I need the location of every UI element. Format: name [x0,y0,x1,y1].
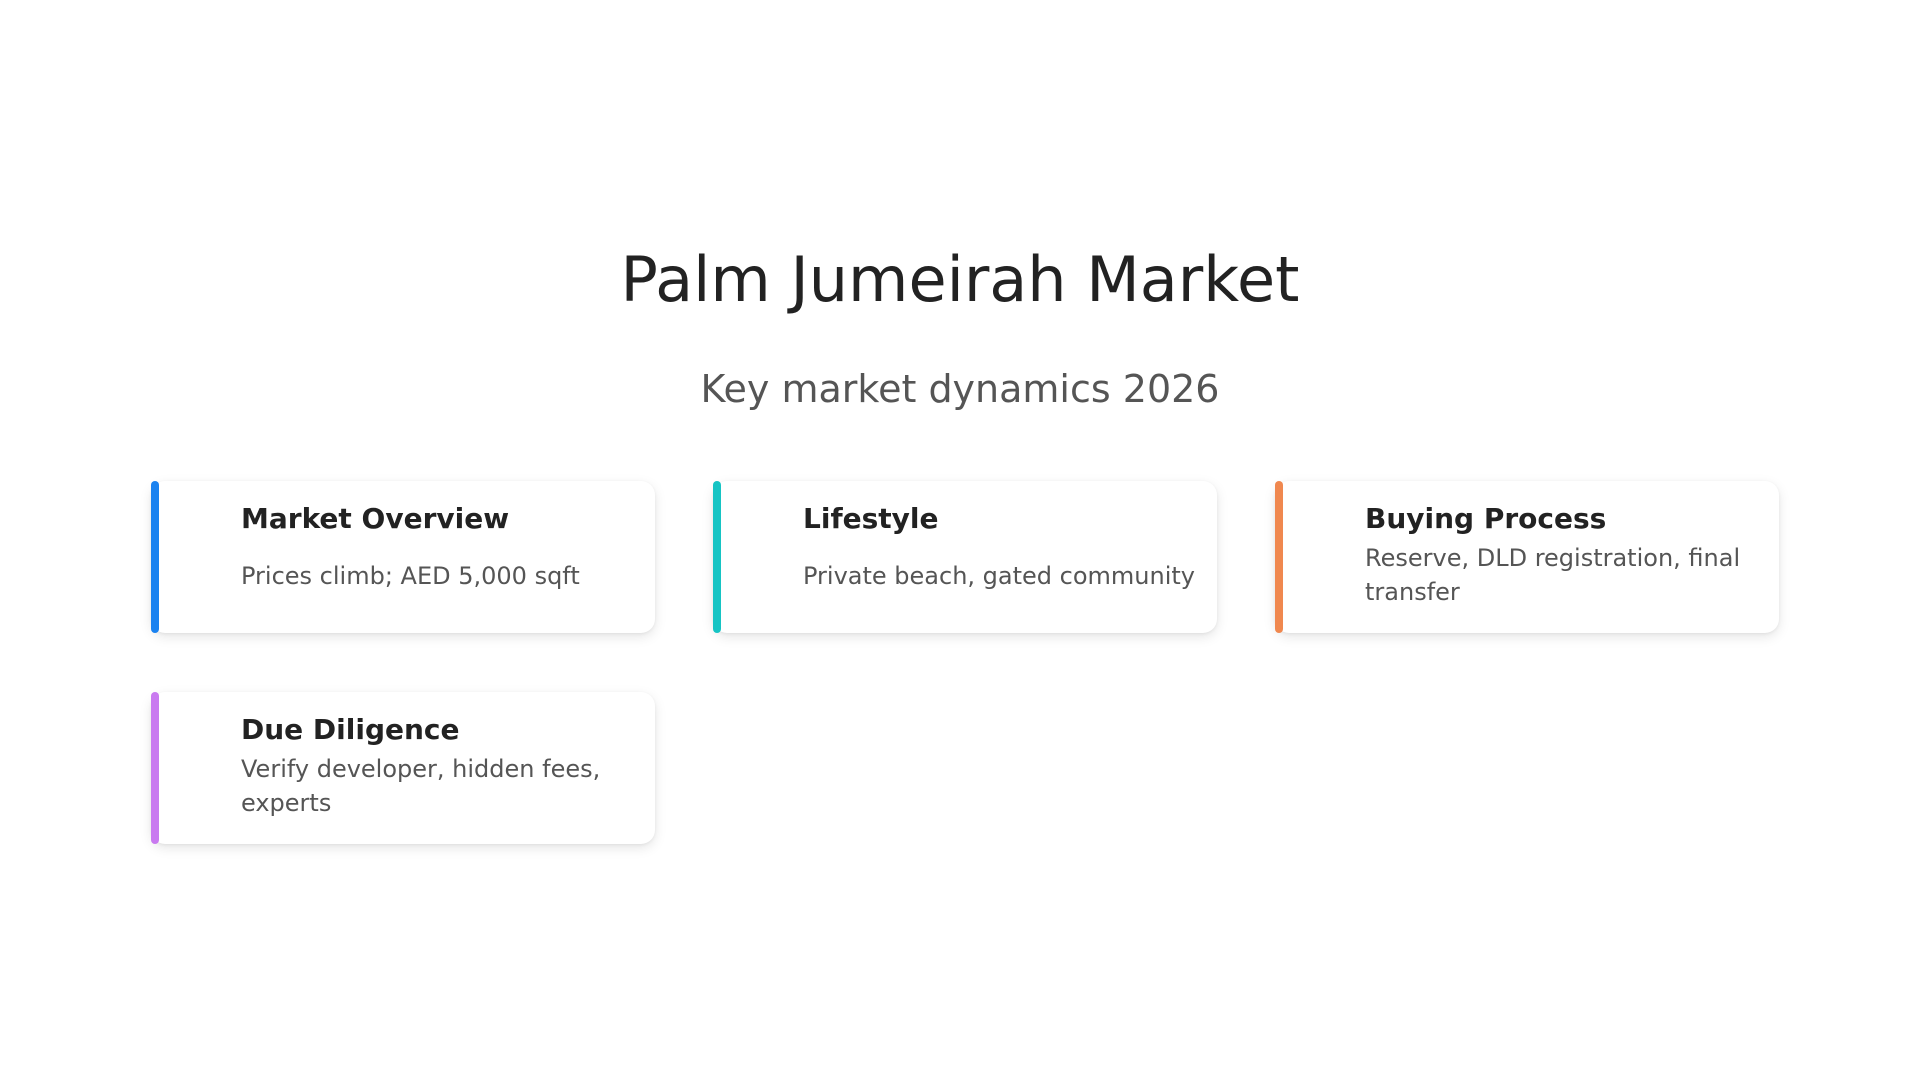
card-title: Due Diligence [241,713,460,746]
card-accent-bar [151,692,159,844]
card-text: Prices climb; AED 5,000 sqft [241,562,580,590]
slide-title: Palm Jumeirah Market [620,243,1300,316]
card-text: Reserve, DLD registration, final transfe… [1365,544,1741,606]
card-accent-bar [151,481,159,633]
card-market-overview: Market Overview Prices climb; AED 5,000 … [151,481,655,633]
card-text: Private beach, gated community [803,562,1195,590]
card-title: Market Overview [241,502,510,535]
card-title: Lifestyle [803,502,939,535]
slide-subtitle: Key market dynamics 2026 [700,367,1220,411]
card-title: Buying Process [1365,502,1607,535]
card-accent-bar [713,481,721,633]
card-due-diligence: Due Diligence Verify developer, hidden f… [151,692,655,844]
card-text: Verify developer, hidden fees, experts [241,755,601,817]
card-buying-process: Buying Process Reserve, DLD registration… [1275,481,1779,633]
slide: Palm Jumeirah Market Key market dynamics… [0,0,1920,1080]
card-accent-bar [1275,481,1283,633]
card-lifestyle: Lifestyle Private beach, gated community [713,481,1217,633]
